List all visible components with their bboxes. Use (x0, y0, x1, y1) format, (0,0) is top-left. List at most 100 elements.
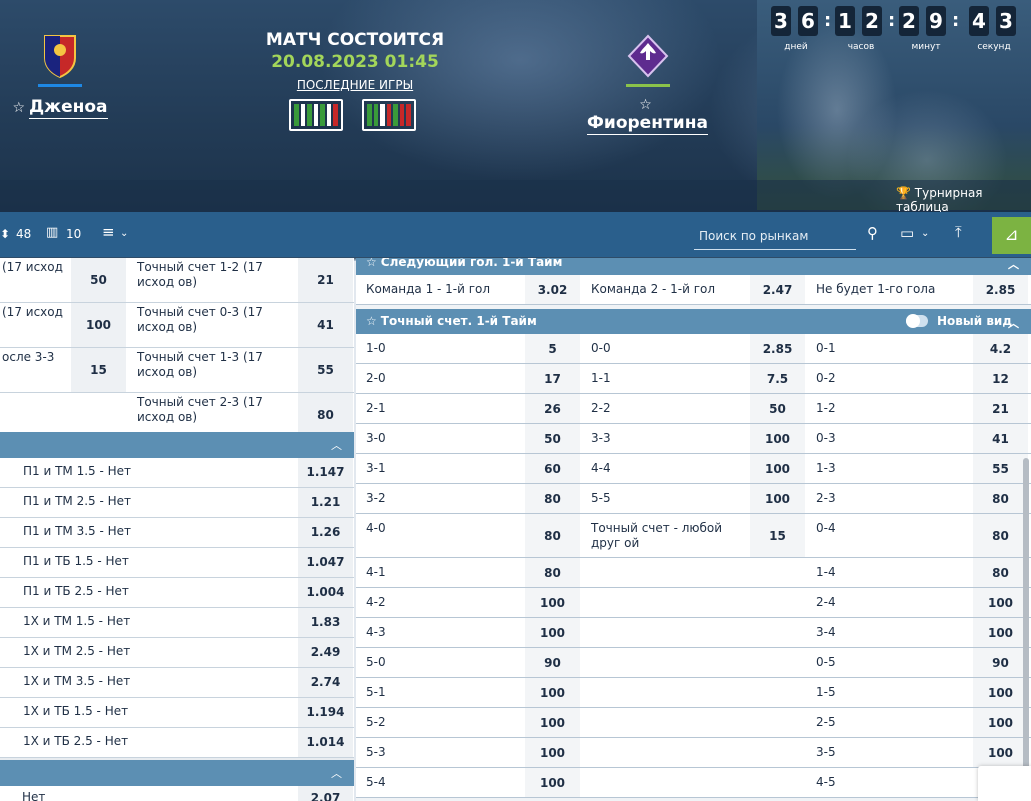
section-header[interactable]: ︿ (0, 432, 354, 458)
floating-widget[interactable] (978, 766, 1031, 801)
outcome-label[interactable]: П1 и ТМ 2.5 - Нет (23, 494, 131, 509)
odds-value[interactable]: 100 (525, 588, 580, 617)
odds-value[interactable]: 4.2 (973, 334, 1028, 363)
home-form-bar[interactable] (289, 99, 343, 131)
swap-arrows-icon[interactable]: ⬍ (0, 227, 10, 241)
odds-value[interactable]: 1.21 (298, 488, 353, 517)
odds-value[interactable]: 1.194 (298, 698, 353, 727)
odds-value[interactable]: 100 (525, 618, 580, 647)
odds-value[interactable]: 2.07 (298, 786, 353, 801)
odds-cell[interactable]: 4-3 100 (356, 618, 580, 647)
exact-score-header[interactable]: ☆ Точный счет. 1-й Тайм Новый вид ︿ (356, 309, 1031, 334)
odds-value[interactable]: 90 (525, 648, 580, 677)
odds-value[interactable]: 60 (525, 454, 580, 483)
odds-value[interactable]: 100 (525, 678, 580, 707)
odds-cell[interactable]: 2-1 26 (356, 394, 580, 423)
odds-value[interactable]: 100 (973, 678, 1028, 707)
outcome-label[interactable]: 1Х и ТБ 2.5 - Нет (23, 734, 128, 749)
odds-cell[interactable]: 5-2 100 (356, 708, 580, 737)
chevron-down-icon[interactable]: ⌄ (120, 228, 128, 239)
odds-value[interactable]: 80 (973, 558, 1028, 587)
odds-cell[interactable]: 5-3 100 (356, 738, 580, 767)
odds-value[interactable]: 80 (973, 514, 1028, 557)
odds-value[interactable]: 21 (973, 394, 1028, 423)
odds-cell[interactable]: 1-5 100 (806, 678, 1028, 707)
odds-value[interactable]: 50 (71, 258, 126, 302)
odds-cell[interactable]: 4-0 80 (356, 514, 580, 557)
odds-value[interactable]: 55 (298, 348, 353, 392)
home-favorite-star-icon[interactable]: ☆ (12, 100, 25, 116)
odds-cell[interactable]: 2-0 17 (356, 364, 580, 393)
chevron-up-icon[interactable]: ︿ (331, 437, 342, 453)
tournament-table-link[interactable]: 🏆 Турнирная таблица (896, 186, 1031, 212)
odds-value[interactable]: 2.85 (973, 275, 1028, 304)
home-team-name[interactable]: Дженоа (29, 97, 108, 119)
odds-cell[interactable]: 2-4 100 (806, 588, 1028, 617)
odds-value[interactable]: 17 (525, 364, 580, 393)
odds-value[interactable]: 80 (525, 558, 580, 587)
odds-cell[interactable]: 3-3 100 (581, 424, 805, 453)
odds-cell[interactable]: Команда 2 - 1-й гол 2.47 (581, 275, 805, 304)
last-games-link[interactable]: ПОСЛЕДНИЕ ИГРЫ (255, 78, 455, 92)
odds-cell[interactable]: 3-0 50 (356, 424, 580, 453)
odds-value[interactable]: 100 (525, 708, 580, 737)
outcome-label[interactable]: 1Х и ТМ 1.5 - Нет (23, 614, 130, 629)
collapse-all-icon[interactable]: ⤒ (955, 223, 962, 241)
odds-cell[interactable]: 1-1 7.5 (581, 364, 805, 393)
odds-value[interactable]: 100 (973, 618, 1028, 647)
new-view-label[interactable]: Новый вид (937, 314, 1012, 328)
outcome-label[interactable]: Точный счет 1-3 (17 исход ов) (137, 350, 292, 380)
odds-value[interactable]: 15 (750, 514, 805, 557)
odds-cell[interactable]: 0-5 90 (806, 648, 1028, 677)
outcome-label[interactable]: Точный счет 0-3 (17 исход ов) (137, 305, 292, 335)
odds-value[interactable]: 50 (525, 424, 580, 453)
odds-value[interactable]: 3.02 (525, 275, 580, 304)
scrollbar[interactable] (1023, 458, 1029, 778)
outcome-label[interactable]: 1Х и ТБ 1.5 - Нет (23, 704, 128, 719)
favorite-star-icon[interactable]: ☆ (366, 314, 377, 328)
odds-value[interactable]: 90 (973, 648, 1028, 677)
away-form-bar[interactable] (362, 99, 416, 131)
outcome-label[interactable]: Нет (22, 790, 45, 801)
outcome-label[interactable]: Точный счет 2-3 (17 исход ов) (137, 395, 292, 425)
odds-value[interactable]: 80 (298, 393, 353, 437)
odds-value[interactable]: 100 (973, 588, 1028, 617)
odds-value[interactable]: 100 (973, 738, 1028, 767)
odds-cell[interactable]: Команда 1 - 1-й гол 3.02 (356, 275, 580, 304)
odds-value[interactable]: 21 (298, 258, 353, 302)
odds-value[interactable]: 41 (973, 424, 1028, 453)
odds-cell[interactable]: 0-3 41 (806, 424, 1028, 453)
odds-value[interactable]: 41 (298, 303, 353, 347)
odds-value[interactable]: 1.26 (298, 518, 353, 547)
odds-cell[interactable]: 5-4 100 (356, 768, 580, 797)
away-team[interactable]: ☆Фиорентина (580, 34, 715, 135)
odds-value[interactable]: 1.014 (298, 728, 353, 757)
outcome-label[interactable]: П1 и ТМ 1.5 - Нет (23, 464, 131, 479)
odds-value[interactable]: 1.004 (298, 578, 353, 607)
outcome-label[interactable]: осле 3-3 (2, 350, 54, 365)
new-view-toggle[interactable] (906, 314, 928, 328)
odds-cell[interactable]: Не будет 1-го гола 2.85 (806, 275, 1028, 304)
odds-value[interactable]: 7.5 (750, 364, 805, 393)
odds-cell[interactable]: 0-4 80 (806, 514, 1028, 557)
layout-toggle-button[interactable]: ⊿ (992, 217, 1031, 254)
outcome-label[interactable]: П1 и ТМ 3.5 - Нет (23, 524, 131, 539)
odds-cell[interactable]: 4-1 80 (356, 558, 580, 587)
odds-value[interactable]: 1.047 (298, 548, 353, 577)
odds-value[interactable]: 80 (973, 484, 1028, 513)
outcome-label[interactable]: Точный счет 1-2 (17 исход ов) (137, 260, 292, 290)
chevron-up-icon[interactable]: ︿ (1008, 258, 1019, 272)
odds-value[interactable]: 100 (750, 484, 805, 513)
odds-cell[interactable]: 0-1 4.2 (806, 334, 1028, 363)
odds-value[interactable]: 80 (525, 484, 580, 513)
odds-cell[interactable]: 1-0 5 (356, 334, 580, 363)
odds-value[interactable]: 2.85 (750, 334, 805, 363)
outcome-label[interactable]: 1Х и ТМ 2.5 - Нет (23, 644, 130, 659)
odds-cell[interactable]: 1-4 80 (806, 558, 1028, 587)
away-team-name[interactable]: Фиорентина (587, 113, 708, 135)
odds-cell[interactable]: Точный счет - любой друг ой 15 (581, 514, 805, 557)
odds-value[interactable]: 100 (525, 738, 580, 767)
odds-value[interactable]: 26 (525, 394, 580, 423)
stats-bars-icon[interactable]: ▥ (46, 225, 58, 240)
list-menu-icon[interactable]: ≡ (102, 223, 115, 241)
